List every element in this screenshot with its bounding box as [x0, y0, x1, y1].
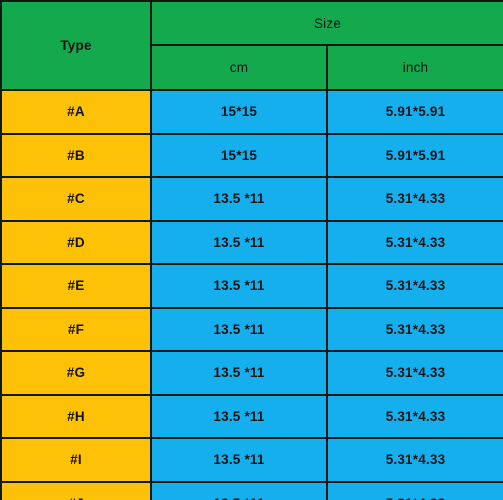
cell-cm: 13.5 *11	[150, 219, 328, 265]
size-table-body: Type Size cm inch #A 15*15 5.91*5.91 #B …	[0, 0, 503, 500]
header-unit-inch: inch	[326, 44, 503, 91]
header-type: Type	[0, 0, 152, 91]
table-row: #C 13.5 *11 5.31*4.33	[0, 176, 503, 222]
cell-type: #F	[0, 306, 152, 352]
table-row: #D 13.5 *11 5.31*4.33	[0, 219, 503, 265]
cell-cm: 13.5 *11	[150, 437, 328, 483]
table-row: #E 13.5 *11 5.31*4.33	[0, 263, 503, 309]
cell-inch: 5.31*4.33	[326, 480, 503, 500]
table-row: #F 13.5 *11 5.31*4.33	[0, 306, 503, 352]
cell-inch: 5.31*4.33	[326, 306, 503, 352]
cell-type: #J	[0, 480, 152, 500]
cell-cm: 15*15	[150, 132, 328, 178]
cell-cm: 13.5 *11	[150, 350, 328, 396]
cell-type: #E	[0, 263, 152, 309]
cell-cm: 13.5 *11	[150, 176, 328, 222]
table-row: #J 13.5 *11 5.31*4.33	[0, 480, 503, 500]
cell-type: #I	[0, 437, 152, 483]
cell-type: #G	[0, 350, 152, 396]
cell-inch: 5.31*4.33	[326, 393, 503, 439]
header-row-primary: Type Size	[0, 0, 503, 91]
cell-cm: 13.5 *11	[150, 480, 328, 500]
cell-type: #B	[0, 132, 152, 178]
header-size: Size	[150, 0, 503, 46]
table-row: #A 15*15 5.91*5.91	[0, 89, 503, 135]
cell-cm: 13.5 *11	[150, 306, 328, 352]
table-row: #G 13.5 *11 5.31*4.33	[0, 350, 503, 396]
cell-inch: 5.31*4.33	[326, 176, 503, 222]
cell-type: #H	[0, 393, 152, 439]
cell-type: #D	[0, 219, 152, 265]
cell-inch: 5.31*4.33	[326, 219, 503, 265]
cell-cm: 15*15	[150, 89, 328, 135]
table-row: #B 15*15 5.91*5.91	[0, 132, 503, 178]
cell-type: #C	[0, 176, 152, 222]
size-chart-page: Type Size cm inch #A 15*15 5.91*5.91 #B …	[0, 0, 503, 500]
header-unit-cm: cm	[150, 44, 328, 91]
cell-inch: 5.31*4.33	[326, 437, 503, 483]
cell-inch: 5.31*4.33	[326, 350, 503, 396]
size-table: Type Size cm inch #A 15*15 5.91*5.91 #B …	[0, 0, 503, 500]
cell-cm: 13.5 *11	[150, 393, 328, 439]
cell-inch: 5.91*5.91	[326, 132, 503, 178]
cell-inch: 5.91*5.91	[326, 89, 503, 135]
cell-inch: 5.31*4.33	[326, 263, 503, 309]
table-row: #H 13.5 *11 5.31*4.33	[0, 393, 503, 439]
table-row: #I 13.5 *11 5.31*4.33	[0, 437, 503, 483]
cell-cm: 13.5 *11	[150, 263, 328, 309]
cell-type: #A	[0, 89, 152, 135]
